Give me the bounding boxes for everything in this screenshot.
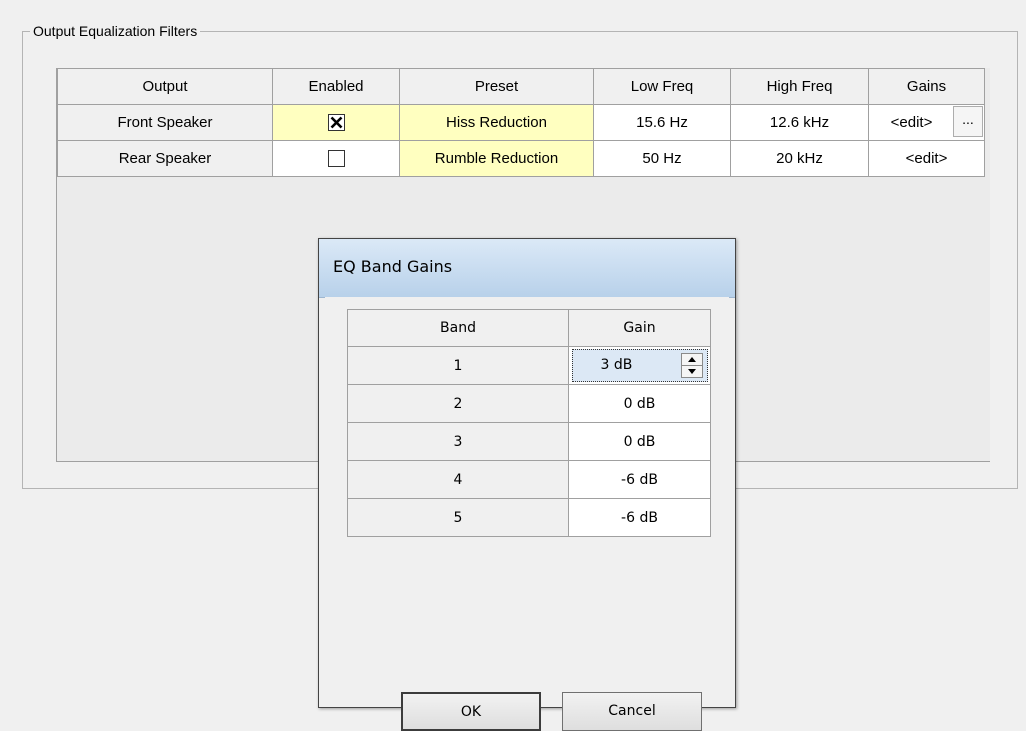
preset-cell[interactable]: Rumble Reduction	[399, 140, 594, 177]
low-freq-cell[interactable]: 50 Hz	[593, 140, 731, 177]
high-freq-cell[interactable]: 12.6 kHz	[730, 104, 869, 141]
col-header-band[interactable]: Band	[347, 309, 569, 347]
col-header-gains[interactable]: Gains	[868, 68, 985, 105]
col-header-low-freq[interactable]: Low Freq	[593, 68, 731, 105]
gain-cell[interactable]: -6 dB	[568, 460, 711, 499]
enabled-checkbox[interactable]	[327, 150, 345, 168]
table-row: Front Speaker Hiss Reduction 15.6 Hz 12.…	[57, 104, 985, 141]
band-number[interactable]: 2	[347, 384, 569, 423]
spin-up-button[interactable]	[682, 354, 702, 365]
row-header-output[interactable]: Rear Speaker	[57, 140, 273, 177]
band-number[interactable]: 4	[347, 460, 569, 499]
enabled-checkbox[interactable]	[327, 114, 345, 132]
enabled-cell[interactable]	[272, 104, 400, 141]
gain-spinner[interactable]	[680, 353, 703, 378]
col-header-enabled[interactable]: Enabled	[272, 68, 400, 105]
gains-edit-text[interactable]: <edit>	[891, 114, 933, 131]
dialog-body: Band Gain 1 3 dB 2 0 dB 3 0 dB 4 -6 dB 5…	[325, 297, 729, 731]
dialog-title: EQ Band Gains	[333, 257, 453, 276]
arrow-down-icon	[687, 369, 696, 374]
table-row: Rear Speaker Rumble Reduction 50 Hz 20 k…	[57, 140, 985, 177]
gain-cell[interactable]: -6 dB	[568, 498, 711, 537]
arrow-up-icon	[687, 357, 696, 362]
gains-cell[interactable]: <edit> ...	[868, 104, 985, 141]
group-title: Output Equalization Filters	[30, 22, 201, 40]
preset-cell[interactable]: Hiss Reduction	[399, 104, 594, 141]
gains-ellipsis-button[interactable]: ...	[953, 106, 983, 137]
gain-cell[interactable]: 0 dB	[568, 384, 711, 423]
gain-value[interactable]: 3 dB	[601, 357, 633, 373]
band-number[interactable]: 1	[347, 346, 569, 385]
table-row: 3 0 dB	[347, 422, 711, 461]
table-row: 4 -6 dB	[347, 460, 711, 499]
eq-band-gains-dialog: EQ Band Gains Band Gain 1 3 dB 2 0 dB 3 …	[318, 238, 736, 731]
dialog-title-bar[interactable]: EQ Band Gains	[319, 239, 735, 298]
gain-cell[interactable]: 3 dB	[568, 346, 711, 385]
table-row: 1 3 dB	[347, 346, 711, 385]
cancel-button[interactable]: Cancel	[562, 692, 702, 731]
band-gains-table: Band Gain 1 3 dB 2 0 dB 3 0 dB 4 -6 dB 5…	[347, 309, 711, 537]
band-number[interactable]: 3	[347, 422, 569, 461]
checkmark-x-icon	[330, 116, 342, 129]
row-header-output[interactable]: Front Speaker	[57, 104, 273, 141]
table-row: 5 -6 dB	[347, 498, 711, 537]
gain-spin-editor[interactable]: 3 dB	[571, 349, 708, 382]
band-header-row: Band Gain	[347, 309, 711, 347]
spin-down-button[interactable]	[681, 365, 702, 377]
col-header-output[interactable]: Output	[57, 68, 273, 105]
table-row: 2 0 dB	[347, 384, 711, 423]
gain-cell[interactable]: 0 dB	[568, 422, 711, 461]
gains-cell[interactable]: <edit>	[868, 140, 985, 177]
band-number[interactable]: 5	[347, 498, 569, 537]
col-header-preset[interactable]: Preset	[399, 68, 594, 105]
ok-button[interactable]: OK	[401, 692, 541, 731]
high-freq-cell[interactable]: 20 kHz	[730, 140, 869, 177]
grid-header-row: Output Enabled Preset Low Freq High Freq…	[57, 68, 985, 105]
low-freq-cell[interactable]: 15.6 Hz	[593, 104, 731, 141]
col-header-high-freq[interactable]: High Freq	[730, 68, 869, 105]
enabled-cell[interactable]	[272, 140, 400, 177]
col-header-gain[interactable]: Gain	[568, 309, 711, 347]
